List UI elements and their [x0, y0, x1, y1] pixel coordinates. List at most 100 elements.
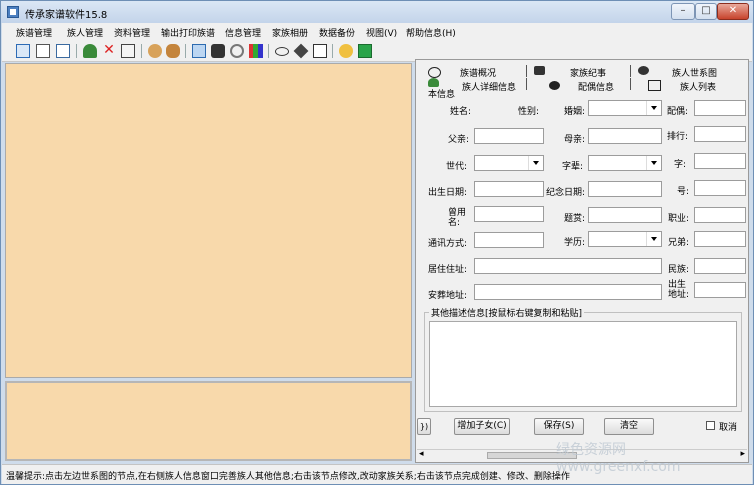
tab-overview[interactable]: 族谱概况 [460, 66, 496, 79]
toolbar-separator [141, 44, 142, 58]
chevron-down-icon[interactable] [646, 156, 661, 170]
tree-tab-icon [638, 66, 649, 75]
gear-icon[interactable] [230, 44, 244, 58]
toolbar-separator [332, 44, 333, 58]
occupation-field[interactable] [694, 207, 746, 223]
menu-help[interactable]: 帮助信息(H) [406, 26, 456, 39]
label-generation: 世代: [446, 162, 468, 172]
document-icon[interactable] [121, 44, 135, 58]
info-panel[interactable] [5, 381, 412, 461]
bar-chart-icon[interactable] [249, 44, 263, 58]
other-info-title: 其他描述信息[按鼠标右键复制和粘贴] [429, 306, 585, 319]
scroll-left-button[interactable]: }) [417, 418, 431, 435]
label-burial: 安葬地址: [428, 291, 468, 301]
binoculars-icon[interactable] [211, 44, 225, 58]
cancel-label: 取消 [719, 423, 738, 433]
tag-icon[interactable] [293, 43, 309, 59]
toolbar-separator [268, 44, 269, 58]
save-button[interactable]: 保存(S) [534, 418, 584, 435]
menu-genealogy[interactable]: 族谱管理 [16, 26, 52, 39]
tree-icon[interactable] [192, 44, 206, 58]
minimize-button[interactable]: – [671, 3, 695, 20]
menu-view[interactable]: 视图(V) [366, 26, 397, 39]
camera-icon[interactable] [339, 44, 353, 58]
settings-icon[interactable] [16, 44, 30, 58]
label-contact: 通讯方式: [428, 239, 468, 249]
menu-backup[interactable]: 数据备份 [319, 26, 355, 39]
label-honor: 题赏: [564, 214, 586, 224]
title-bar: 传承家谱软件15.8 – □ ✕ [1, 1, 753, 23]
scroll-left-icon[interactable]: ◂ [419, 449, 424, 459]
birthplace-field[interactable] [694, 282, 746, 298]
generation-select[interactable] [474, 155, 544, 171]
chronicle-tab-icon [534, 66, 545, 75]
member-tab-icon [428, 78, 439, 87]
label-residence: 居住住址: [428, 265, 468, 275]
menu-materials[interactable]: 资料管理 [114, 26, 150, 39]
label-mother: 母亲: [564, 135, 586, 145]
label-memorial-date: 纪念日期: [546, 188, 586, 198]
spouse-field[interactable] [694, 100, 746, 116]
rank-field[interactable] [694, 126, 746, 142]
chevron-down-icon[interactable] [646, 232, 661, 246]
menu-album[interactable]: 家族相册 [272, 26, 308, 39]
clear-button[interactable]: 清空 [604, 418, 654, 435]
marriage-select[interactable] [588, 100, 662, 116]
menu-print[interactable]: 输出打印族谱 [161, 26, 215, 39]
label-siblings: 兄弟: [668, 238, 690, 248]
family-tree-panel[interactable] [5, 63, 412, 378]
toolbar-separator [76, 44, 77, 58]
add-child-button[interactable]: 增加子女(C) [454, 418, 510, 435]
tab-basic-info-cut: 本信息 [428, 90, 456, 100]
book-icon[interactable] [36, 44, 50, 58]
tab-spouse-info[interactable]: 配偶信息 [578, 80, 614, 93]
birth-date-field[interactable] [474, 181, 544, 197]
zi-field[interactable] [694, 153, 746, 169]
delete-icon[interactable]: ✕ [102, 43, 116, 58]
group-icon[interactable] [166, 44, 180, 58]
tab-member-list[interactable]: 族人列表 [680, 80, 716, 93]
status-text: 温馨提示:点击左边世系图的节点,在右侧族人信息窗口完善族人其他信息;右击该节点修… [6, 472, 570, 482]
exit-icon[interactable] [358, 44, 372, 58]
menu-members[interactable]: 族人管理 [67, 26, 103, 39]
person-icon[interactable] [83, 44, 97, 58]
father-field[interactable] [474, 128, 544, 144]
close-button[interactable]: ✕ [717, 3, 749, 20]
eye-icon[interactable] [275, 47, 289, 56]
chevron-down-icon[interactable] [528, 156, 543, 170]
residence-field[interactable] [474, 258, 662, 274]
label-birth-date: 出生日期: [428, 188, 468, 198]
memorial-date-field[interactable] [588, 181, 662, 197]
label-ethnicity: 民族: [668, 265, 690, 275]
mother-field[interactable] [588, 128, 662, 144]
zibei-select[interactable] [588, 155, 662, 171]
overview-tab-icon [428, 67, 441, 78]
other-info-textarea[interactable] [429, 321, 737, 407]
label-hao: 号: [677, 187, 690, 197]
former-name-field[interactable] [474, 206, 544, 222]
burial-field[interactable] [474, 284, 662, 300]
list-tab-icon [648, 80, 661, 91]
siblings-field[interactable] [694, 231, 746, 247]
chevron-down-icon[interactable] [646, 101, 661, 115]
hao-field[interactable] [694, 180, 746, 196]
education-select[interactable] [588, 231, 662, 247]
frame-icon[interactable] [56, 44, 70, 58]
contact-field[interactable] [474, 232, 544, 248]
label-rank: 排行: [667, 132, 689, 142]
label-spouse: 配偶: [667, 107, 689, 117]
maximize-button[interactable]: □ [695, 3, 717, 20]
label-zibei: 字辈: [562, 162, 584, 172]
tab-member-details[interactable]: 族人详细信息 [462, 80, 516, 93]
menu-info[interactable]: 信息管理 [225, 26, 261, 39]
ethnicity-field[interactable] [694, 258, 746, 274]
label-education: 学历: [564, 238, 586, 248]
tab-divider [526, 78, 527, 90]
cancel-checkbox[interactable] [706, 421, 715, 430]
tab-chronicle[interactable]: 家族纪事 [570, 66, 606, 79]
people-icon[interactable] [148, 44, 162, 58]
tab-tree-chart[interactable]: 族人世系图 [672, 66, 717, 79]
text-box-icon[interactable] [313, 44, 327, 58]
tab-divider [630, 78, 631, 90]
honor-field[interactable] [588, 207, 662, 223]
